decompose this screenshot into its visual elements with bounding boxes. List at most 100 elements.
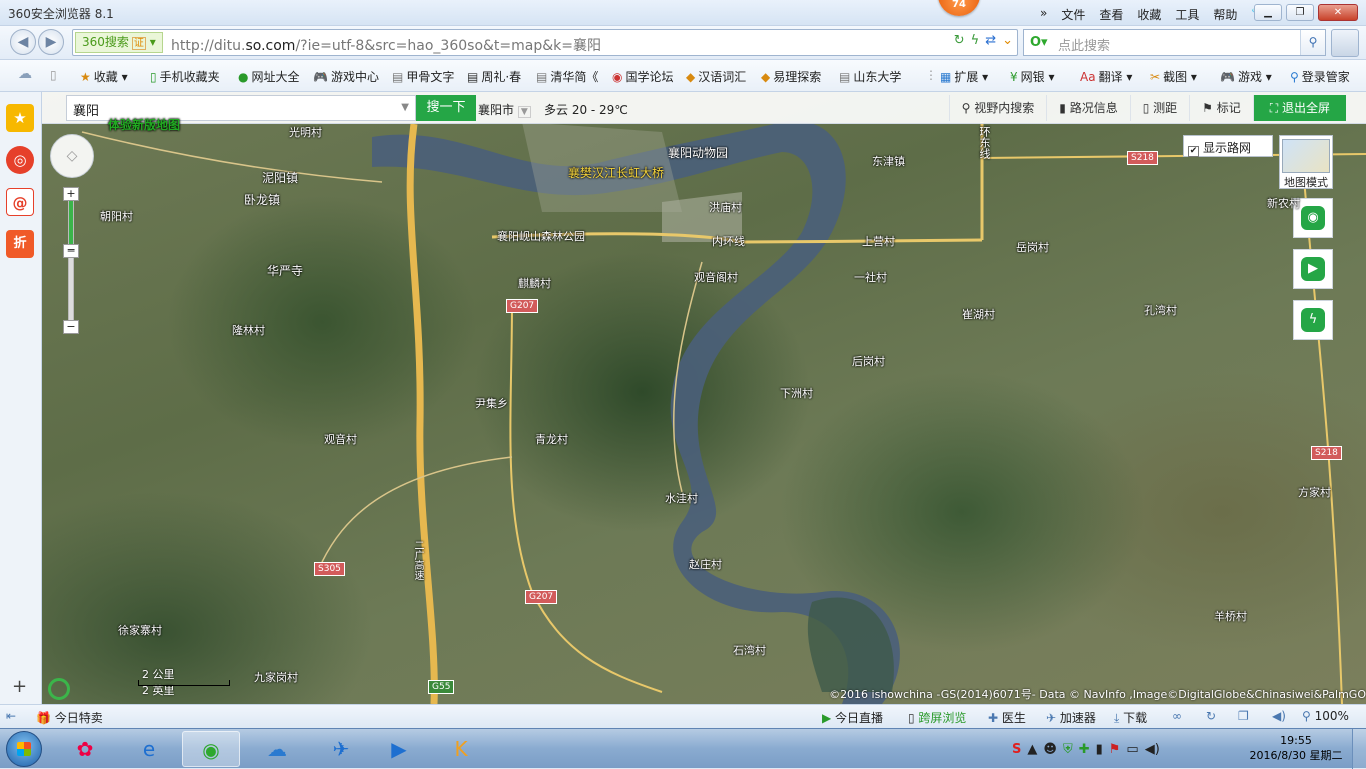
zoom-out-button[interactable]: − (63, 320, 79, 334)
fav-item-bank[interactable]: ¥ 网银 ▾ (1010, 68, 1055, 85)
cloud-icon[interactable]: ☁ (18, 66, 32, 82)
menu-file[interactable]: 文件 (1061, 6, 1085, 23)
search-in-view-button[interactable]: ⚲ 视野内搜索 (948, 95, 1047, 121)
favorites-star-icon[interactable]: ★ (6, 104, 34, 132)
sogou-ime-icon[interactable]: S (1012, 742, 1021, 757)
fav-item-games-center[interactable]: 🎮 游戏中心 (313, 68, 379, 85)
window-icon[interactable]: ❐ (1238, 709, 1249, 723)
zoom-handle[interactable]: ═ (63, 244, 79, 258)
fav-item-sdu[interactable]: ▤ 山东大学 (839, 68, 901, 85)
dropdown-icon[interactable]: ⌄ (1002, 33, 1013, 48)
doctor-link[interactable]: ✚ 医生 (988, 709, 1026, 726)
fav-item-tsinghua[interactable]: ▤ 清华简《 (536, 68, 598, 85)
menu-tools[interactable]: 工具 (1175, 6, 1199, 23)
taskbar-app-player-icon[interactable]: ▶ (370, 731, 428, 767)
fav-item-login[interactable]: ⚲ 登录管家 (1290, 68, 1350, 85)
fav-item-oracle[interactable]: ▤ 甲骨文字 (392, 68, 454, 85)
start-button[interactable] (6, 731, 42, 767)
refresh-icon[interactable]: ↻ (1206, 709, 1216, 723)
close-button[interactable]: ✕ (1318, 4, 1358, 21)
network-icon[interactable]: ▮ (1096, 742, 1103, 757)
so-logo[interactable] (48, 678, 70, 700)
fav-item-guoxue[interactable]: ◉ 国学论坛 (612, 68, 674, 85)
fav-item-translate[interactable]: Aа 翻译 ▾ (1080, 68, 1132, 85)
charging-station-button[interactable]: ϟ (1293, 300, 1333, 340)
poi-label[interactable]: 襄阳动物园 (668, 144, 728, 161)
volume-icon[interactable]: ◀) (1272, 709, 1286, 723)
download-link[interactable]: ⤓ 下载 (1114, 709, 1147, 726)
search-engine-icon[interactable]: O▾ (1030, 35, 1048, 50)
taskbar-app-360-browser-icon[interactable]: ◉ (182, 731, 240, 767)
poi-label[interactable]: 襄阳岘山森林公园 (497, 228, 585, 244)
back-button[interactable]: ◀ (10, 29, 36, 55)
tray-expand-icon[interactable]: ▲ (1027, 742, 1037, 757)
satellite-map[interactable]: 襄阳 ▼ 搜一下 襄阳市 ▼ 多云 20 - 29℃ ⚲ 视野内搜索 ▮ 路况信… (42, 92, 1366, 704)
minimize-button[interactable]: ▁ (1254, 4, 1282, 21)
accelerator-link[interactable]: ✈ 加速器 (1046, 709, 1096, 726)
menu-help[interactable]: 帮助 (1213, 6, 1237, 23)
clock[interactable]: 19:55 2016/8/30 星期二 (1246, 733, 1346, 763)
fav-item-screenshot[interactable]: ✂ 截图 ▾ (1150, 68, 1197, 85)
forward-button[interactable]: ▶ (38, 29, 64, 55)
exit-fullscreen-button[interactable]: ⛶ 退出全屏 (1252, 95, 1346, 121)
taskbar-app-ie-icon[interactable]: e (120, 731, 178, 767)
fav-item-zhouli[interactable]: ▤ 周礼·春 (467, 68, 521, 85)
fav-item-games[interactable]: 🎮 游戏 ▾ (1220, 68, 1272, 85)
url-text[interactable]: http://ditu.so.com/?ie=utf-8&src=hao_360… (171, 35, 601, 55)
menu-more-icon[interactable]: » (1040, 6, 1047, 23)
measure-button[interactable]: ▯ 测距 (1129, 95, 1189, 121)
fav-item-mobile[interactable]: ▯ 手机收藏夹 (150, 68, 220, 85)
camera-button[interactable]: ▶ (1293, 249, 1333, 289)
fav-item-sites[interactable]: ● 网址大全 (238, 68, 300, 85)
user-avatar[interactable] (1331, 29, 1359, 57)
shield-icon[interactable]: ⛨ (1063, 742, 1073, 757)
secure-search-badge[interactable]: 360搜索证 ▾ (75, 32, 163, 53)
display-icon[interactable]: ▭ (1126, 742, 1138, 757)
restore-button[interactable]: ❐ (1286, 4, 1314, 21)
email-icon[interactable]: @ (6, 188, 34, 216)
speaker-icon[interactable]: ◀) (1145, 742, 1160, 757)
traffic-info-button[interactable]: ▮ 路况信息 (1046, 95, 1129, 121)
daily-deals-link[interactable]: 🎁 今日特卖 (36, 709, 103, 726)
mark-button[interactable]: ⚑ 标记 (1189, 95, 1253, 121)
zoom-in-button[interactable]: + (63, 187, 79, 201)
compat-mode-icon[interactable]: ⇄ (985, 33, 996, 48)
poi-label[interactable]: 华严寺 (267, 262, 303, 279)
taskbar-app-cloud-icon[interactable]: ☁ (248, 731, 306, 767)
cross-screen-link[interactable]: ▯ 跨屏浏览 (908, 709, 966, 726)
lightning-icon[interactable]: ϟ (971, 33, 980, 48)
url-bar[interactable]: 360搜索证 ▾ http://ditu.so.com/?ie=utf-8&sr… (72, 29, 1018, 56)
checkbox-icon[interactable]: ✔ (1188, 146, 1199, 157)
map-mode-button[interactable]: 地图模式 (1279, 135, 1333, 189)
search-icon[interactable]: ⚲ (1300, 30, 1325, 55)
poi-label[interactable]: 襄樊汉江长虹大桥 (568, 164, 664, 181)
discount-icon[interactable]: 折 (6, 230, 34, 258)
show-desktop-button[interactable] (1352, 729, 1366, 769)
menu-view[interactable]: 查看 (1099, 6, 1123, 23)
fav-item-yili[interactable]: ◆ 易理探索 (761, 68, 821, 85)
fav-item-extensions[interactable]: ▦ 扩展 ▾ (940, 68, 988, 85)
weibo-icon[interactable]: ◎ (6, 146, 34, 174)
zoom-level[interactable]: ⚲ 100% (1302, 709, 1349, 723)
fav-item-hanyu[interactable]: ◆ 汉语词汇 (686, 68, 746, 85)
map-search-button[interactable]: 搜一下 (416, 95, 476, 121)
pan-control[interactable]: ◇ (50, 134, 94, 178)
sidebar-toggle-icon[interactable]: ⇤ (6, 709, 16, 723)
zoom-slider[interactable] (68, 190, 74, 330)
taskbar-app-bird-icon[interactable]: ✈ (312, 731, 370, 767)
live-link[interactable]: ▶ 今日直播 (822, 709, 883, 726)
fav-item-favorites[interactable]: ★ 收藏 ▾ (80, 68, 128, 85)
more-dots-icon[interactable]: ⋮ (925, 68, 937, 82)
plus-shield-icon[interactable]: ✚ (1079, 742, 1090, 757)
qq-icon[interactable]: ☻ (1043, 742, 1057, 757)
glasses-icon[interactable]: ∞ (1172, 709, 1182, 723)
refresh-icon[interactable]: ↻ (954, 33, 965, 48)
taskbar-app-colors-icon[interactable]: ✿ (56, 731, 114, 767)
city-selector[interactable]: 襄阳市 ▼ (478, 101, 531, 118)
taskbar-app-kugou-icon[interactable]: K (432, 731, 490, 767)
chevron-down-icon[interactable]: ▼ (401, 102, 409, 113)
flag-alert-icon[interactable]: ⚑ (1109, 742, 1121, 757)
notification-badge[interactable]: 74 (938, 0, 980, 16)
menu-favorites[interactable]: 收藏 (1137, 6, 1161, 23)
new-map-banner[interactable]: 体验新版地图 (108, 116, 180, 133)
